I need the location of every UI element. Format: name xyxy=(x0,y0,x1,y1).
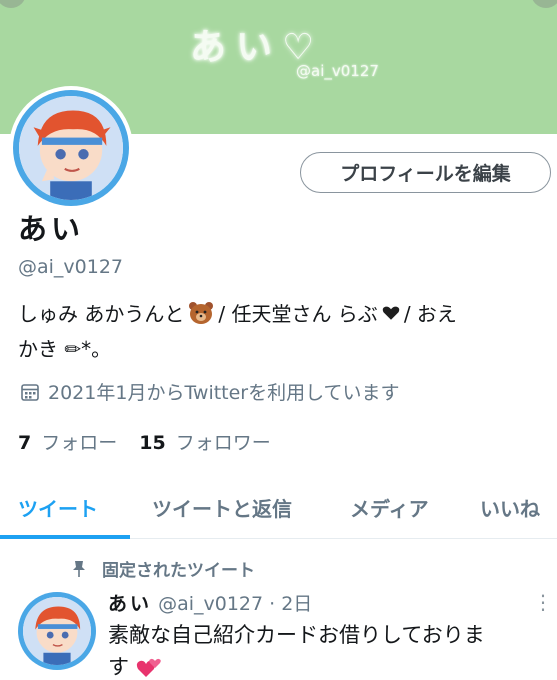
followers-link[interactable]: 15 フォロワー xyxy=(139,428,271,455)
bio-text-2: / 任天堂さん らぶ xyxy=(218,302,378,326)
banner-handle-text: @ai_v0127 xyxy=(296,62,379,80)
avatar-illustration xyxy=(23,597,91,665)
avatar-illustration xyxy=(19,96,123,200)
back-button[interactable] xyxy=(0,0,26,8)
followers-count: 15 xyxy=(139,432,166,454)
followers-label: フォロワー xyxy=(175,432,271,454)
following-count: 7 xyxy=(18,432,32,454)
follow-stats: 7 フォロー 15 フォロワー xyxy=(18,428,271,455)
tab-tweets[interactable]: ツイート xyxy=(18,493,98,522)
tweet-text-line2: す xyxy=(108,655,129,679)
overflow-button[interactable] xyxy=(531,0,557,8)
heart-icon xyxy=(136,658,161,677)
following-link[interactable]: 7 フォロー xyxy=(18,428,117,455)
tab-tweets-and-replies[interactable]: ツイートと返信 xyxy=(152,493,292,522)
pin-icon xyxy=(73,560,85,577)
profile-tabs: ツイート ツイートと返信 メディア いいね xyxy=(0,485,557,539)
profile-bio-line1: しゅみ あかうんと / 任天堂さん らぶ / おえ xyxy=(18,298,457,327)
joined-text: 2021年1月からTwitterを利用しています xyxy=(48,382,400,404)
pinned-text: 固定されたツイート xyxy=(102,561,255,581)
bear-face-icon xyxy=(189,301,214,324)
tab-likes[interactable]: いいね xyxy=(480,493,540,522)
edit-profile-button[interactable]: プロフィールを編集 xyxy=(300,152,551,193)
bio-text-3: / おえ xyxy=(403,302,457,326)
active-tab-indicator xyxy=(0,535,130,539)
tweet-text-line1: 素敵な自己紹介カードお借りしておりま xyxy=(108,623,485,647)
more-vertical-icon[interactable]: ⋮ xyxy=(533,590,553,614)
profile-name: あい xyxy=(18,212,85,246)
calendar-icon xyxy=(21,383,39,401)
tweet-body: 素敵な自己紹介カードお借りしておりま す xyxy=(108,619,548,680)
pinned-tweet-label: 固定されたツイート xyxy=(72,556,255,581)
tweet-author-name[interactable]: あい xyxy=(108,593,152,615)
tweet-header: あい @ai_v0127 · 2日 xyxy=(108,589,312,616)
bio-text-4: かき ✏︎*。 xyxy=(18,337,112,361)
profile-handle: @ai_v0127 xyxy=(18,256,124,278)
following-label: フォロー xyxy=(41,432,118,454)
tweet-meta: @ai_v0127 · 2日 xyxy=(158,593,313,615)
profile-avatar[interactable] xyxy=(9,86,133,210)
tab-media[interactable]: メディア xyxy=(350,493,429,522)
tweet-avatar[interactable] xyxy=(18,592,96,670)
heart-icon xyxy=(382,306,400,320)
profile-bio-line2: かき ✏︎*。 xyxy=(18,333,111,362)
bio-text-1: しゅみ あかうんと xyxy=(18,302,185,326)
joined-date: 2021年1月からTwitterを利用しています xyxy=(20,378,400,405)
